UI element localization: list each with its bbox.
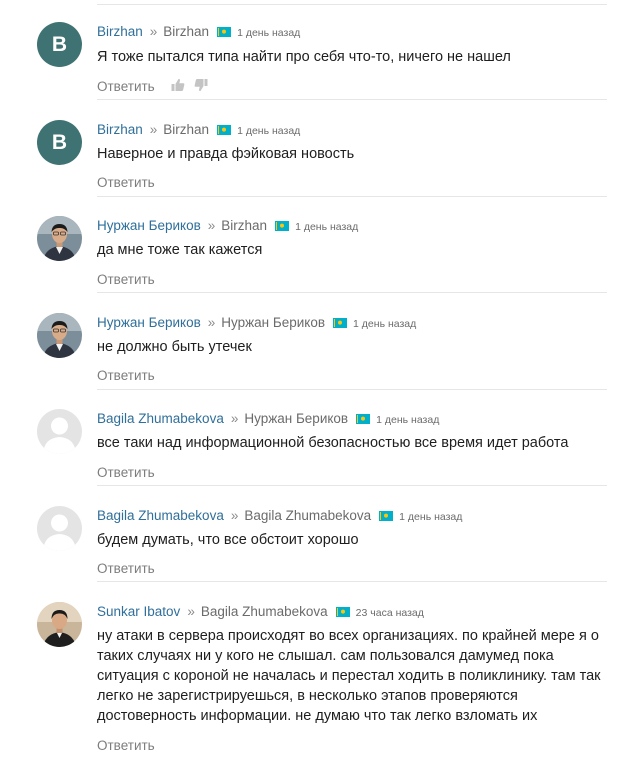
reply-to-link[interactable]: Birzhan — [163, 122, 209, 137]
comment-actions: Ответить — [97, 464, 155, 482]
default-avatar-icon[interactable] — [37, 506, 82, 551]
reply-to-link[interactable]: Bagila Zhumabekova — [201, 604, 328, 619]
user-photo-icon[interactable] — [37, 313, 82, 358]
author-link[interactable]: Bagila Zhumabekova — [97, 508, 224, 523]
timestamp: 1 день назад — [399, 511, 463, 523]
comment-actions: Ответить — [97, 367, 155, 385]
reply-to-link[interactable]: Нуржан Бериков — [221, 315, 325, 330]
comment-actions: Ответить — [97, 78, 208, 96]
reply-separator: » — [207, 218, 216, 233]
reply-separator: » — [230, 508, 239, 523]
reply-button[interactable]: Ответить — [97, 79, 155, 94]
comment-text: Наверное и правда фэйковая новость — [97, 146, 355, 162]
reply-separator: » — [207, 315, 216, 330]
comment-text: ну атаки в сервера происходят во всех ор… — [97, 628, 601, 724]
comment-meta: Sunkar Ibatov » Bagila Zhumabekova 23 часа … — [97, 603, 424, 622]
reply-to-link[interactable]: Birzhan — [163, 24, 209, 39]
kazakhstan-flag-icon — [333, 318, 348, 328]
reply-button[interactable]: Ответить — [97, 272, 155, 287]
reply-button[interactable]: Ответить — [97, 561, 155, 576]
kazakhstan-flag-icon — [217, 27, 232, 37]
reply-button[interactable]: Ответить — [97, 465, 155, 480]
reply-to-link[interactable]: Bagila Zhumabekova — [244, 508, 371, 523]
timestamp: 1 день назад — [353, 318, 417, 330]
comment-divider — [97, 99, 607, 100]
timestamp: 1 день назад — [237, 125, 301, 137]
comment-text: да мне тоже так кажется — [97, 242, 263, 258]
comment-actions: Ответить — [97, 271, 155, 289]
reply-to-link[interactable]: Birzhan — [221, 218, 267, 233]
author-link[interactable]: Sunkar Ibatov — [97, 604, 180, 619]
timestamp: 1 день назад — [237, 27, 301, 39]
kazakhstan-flag-icon — [217, 125, 232, 135]
timestamp: 23 часа назад — [355, 607, 424, 619]
thumbs-down-icon[interactable] — [194, 78, 208, 92]
author-link[interactable]: Birzhan — [97, 122, 143, 137]
author-link[interactable]: Нуржан Бериков — [97, 218, 201, 233]
comment-meta: Birzhan » Birzhan 1 день назад — [97, 23, 300, 42]
comment-actions: Ответить — [97, 174, 155, 192]
comment-divider — [97, 389, 607, 390]
timestamp: 1 день назад — [376, 414, 440, 426]
timestamp: 1 день назад — [295, 221, 359, 233]
reply-button[interactable]: Ответить — [97, 175, 155, 190]
user-photo-icon[interactable] — [37, 602, 82, 647]
comment-text: Я тоже пытался типа найти про себя что-т… — [97, 49, 511, 65]
top-divider — [97, 4, 607, 5]
comment-meta: Birzhan » Birzhan 1 день назад — [97, 121, 300, 140]
reply-to-link[interactable]: Нуржан Бериков — [244, 411, 348, 426]
comment-meta: Нуржан Бериков » Нуржан Бериков 1 день наза… — [97, 314, 416, 333]
author-link[interactable]: Birzhan — [97, 24, 143, 39]
reply-separator: » — [149, 122, 158, 137]
kazakhstan-flag-icon — [379, 511, 394, 521]
comment-divider — [97, 196, 607, 197]
comment-meta: Нуржан Бериков » Birzhan 1 день назад — [97, 217, 358, 236]
comment-actions: Ответить — [97, 560, 155, 578]
kazakhstan-flag-icon — [335, 607, 350, 617]
comment-text: не должно быть утечек — [97, 339, 252, 355]
comment-divider — [97, 581, 607, 582]
kazakhstan-flag-icon — [275, 221, 290, 231]
comment-meta: Bagila Zhumabekova » Нуржан Бериков 1 день … — [97, 410, 439, 429]
comment-meta: Bagila Zhumabekova » Bagila Zhumabekova 1 д… — [97, 507, 462, 526]
author-link[interactable]: Bagila Zhumabekova — [97, 411, 224, 426]
avatar[interactable]: B — [37, 22, 82, 67]
avatar[interactable]: B — [37, 120, 82, 165]
comment-text: будем думать, что все обстоит хорошо — [97, 532, 359, 548]
reply-separator: » — [149, 24, 158, 39]
comment-divider — [97, 485, 607, 486]
comment-text: все таки над информационной безопасность… — [97, 435, 569, 451]
reply-button[interactable]: Ответить — [97, 738, 155, 753]
comment-actions: Ответить — [97, 737, 155, 755]
reply-separator: » — [187, 604, 195, 619]
user-photo-icon[interactable] — [37, 216, 82, 261]
kazakhstan-flag-icon — [356, 414, 371, 424]
default-avatar-icon[interactable] — [37, 409, 82, 454]
reply-button[interactable]: Ответить — [97, 368, 155, 383]
thumbs-up-icon[interactable] — [171, 78, 185, 92]
comment-divider — [97, 292, 607, 293]
author-link[interactable]: Нуржан Бериков — [97, 315, 201, 330]
reply-separator: » — [230, 411, 239, 426]
